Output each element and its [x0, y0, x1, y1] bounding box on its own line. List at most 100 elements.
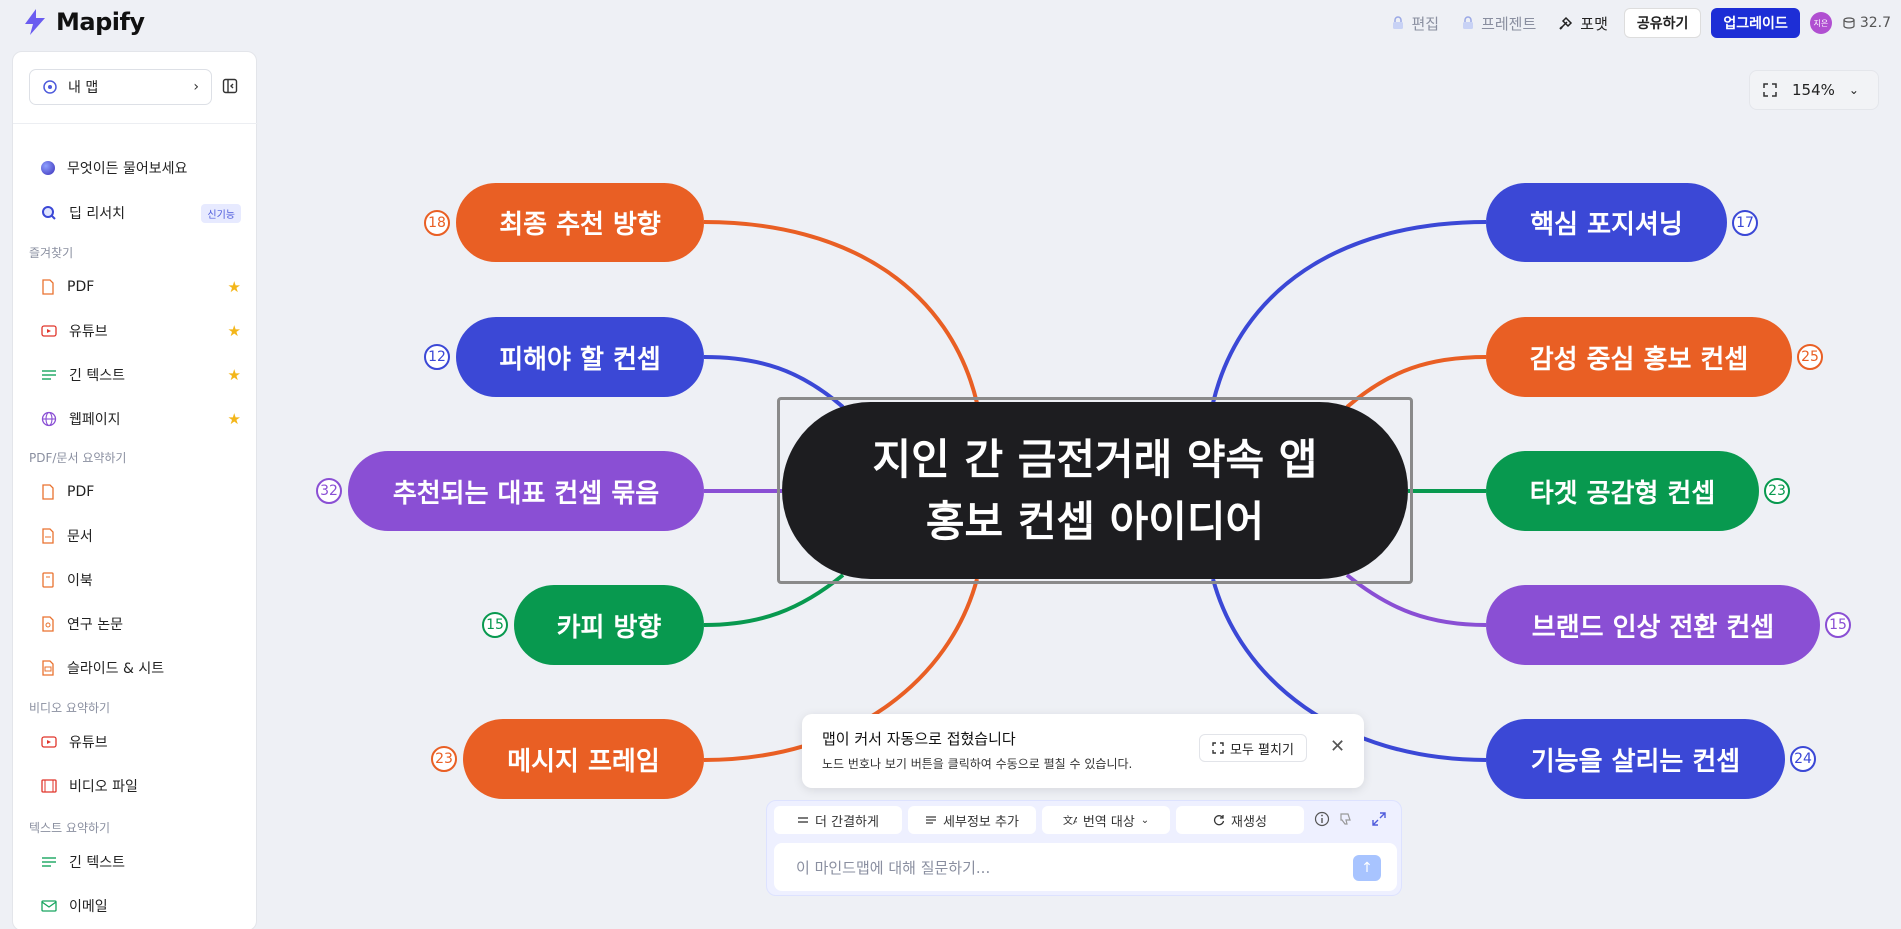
long-text-label: 긴 텍스트: [69, 855, 125, 871]
branch-node[interactable]: 기능을 살리는 컨셉: [1486, 719, 1785, 799]
video-file-label: 비디오 파일: [69, 779, 138, 795]
child-count-badge[interactable]: 24: [1790, 746, 1816, 772]
child-count-badge[interactable]: 25: [1797, 344, 1823, 370]
close-icon[interactable]: ✕: [1330, 736, 1345, 757]
expand-all-label: 모두 펼치기: [1230, 742, 1294, 758]
youtube-label: 유튜브: [69, 735, 108, 751]
branch-node[interactable]: 타겟 공감형 컨셉: [1486, 451, 1759, 531]
sidebar-item-video-file[interactable]: 비디오 파일: [41, 774, 241, 798]
document-label: 문서: [67, 529, 93, 545]
favorite-webpage-label: 웹페이지: [69, 412, 121, 428]
research-paper-label: 연구 논문: [67, 617, 123, 633]
upgrade-button[interactable]: 업그레이드: [1711, 8, 1800, 38]
format-button[interactable]: 포맷: [1552, 13, 1614, 34]
zoom-control: 154% ⌄: [1749, 70, 1879, 110]
email-label: 이메일: [69, 899, 108, 915]
youtube-icon: [41, 736, 57, 748]
translate-button[interactable]: 文A 번역 대상 ⌄: [1042, 806, 1170, 834]
sidebar-item-slides[interactable]: 슬라이드 & 시트: [41, 656, 241, 680]
favorite-item-webpage[interactable]: 웹페이지 ★: [41, 407, 241, 431]
send-button[interactable]: ↑: [1353, 855, 1381, 881]
chat-input-placeholder: 이 마인드맵에 대해 질문하기...: [796, 858, 991, 877]
my-map-label: 내 맵: [68, 80, 99, 96]
branch-node[interactable]: 메시지 프레임: [463, 719, 704, 799]
star-icon[interactable]: ★: [228, 278, 241, 296]
search-icon: [42, 206, 56, 220]
branch-node[interactable]: 추천되는 대표 컨셉 묶음: [348, 451, 704, 531]
sidebar-item-ebook[interactable]: 이북: [41, 568, 241, 592]
credits-value: 32.7: [1859, 15, 1891, 31]
child-count-badge[interactable]: 15: [482, 612, 508, 638]
branch-node[interactable]: 최종 추천 방향: [456, 183, 704, 262]
edit-label: 편집: [1411, 14, 1440, 33]
child-count-badge[interactable]: 23: [431, 746, 457, 772]
sidebar-item-youtube[interactable]: 유튜브: [41, 730, 241, 754]
add-details-label: 세부정보 추가: [943, 814, 1019, 830]
branch-node[interactable]: 카피 방향: [514, 585, 704, 665]
star-icon[interactable]: ★: [228, 322, 241, 340]
zoom-level[interactable]: 154%: [1792, 81, 1835, 99]
favorite-item-pdf[interactable]: PDF ★: [41, 275, 241, 299]
sidebar-divider: [13, 123, 258, 124]
my-map-button[interactable]: 내 맵 ›: [29, 69, 212, 105]
sidebar-item-document[interactable]: 문서: [41, 524, 241, 548]
avatar[interactable]: 지은: [1809, 12, 1832, 34]
sidebar-item-email[interactable]: 이메일: [41, 894, 241, 918]
favorite-youtube-label: 유튜브: [69, 324, 108, 340]
lock-icon: [1463, 16, 1474, 29]
child-count-badge[interactable]: 23: [1764, 478, 1790, 504]
edit-button[interactable]: 편집: [1385, 13, 1445, 34]
chat-panel: 더 간결하게 세부정보 추가 文A 번역 대상 ⌄ 재생성 이 마인드맵에 대해…: [766, 800, 1402, 896]
favorite-item-youtube[interactable]: 유튜브 ★: [41, 319, 241, 343]
center-node[interactable]: 지인 간 금전거래 약속 앱 홍보 컨셉 아이디어: [782, 402, 1408, 579]
lines-icon: [798, 817, 809, 823]
lines-icon: [926, 816, 937, 824]
info-icon[interactable]: [1314, 811, 1330, 831]
branch-node[interactable]: 피해야 할 컨셉: [456, 317, 704, 397]
ebook-label: 이북: [67, 573, 93, 589]
collapse-sidebar-icon[interactable]: [222, 78, 238, 98]
branch-node[interactable]: 감성 중심 홍보 컨셉: [1486, 317, 1792, 397]
child-count-badge[interactable]: 15: [1825, 612, 1851, 638]
fit-screen-icon[interactable]: [1762, 82, 1778, 98]
pdf-icon: [42, 279, 54, 295]
thumbs-down-icon[interactable]: [1338, 811, 1354, 831]
favorite-item-long-text[interactable]: 긴 텍스트 ★: [41, 363, 241, 387]
format-label: 포맷: [1580, 14, 1608, 33]
sidebar-item-long-text[interactable]: 긴 텍스트: [41, 850, 241, 874]
chevron-down-icon[interactable]: ⌄: [1849, 83, 1859, 97]
star-icon[interactable]: ★: [228, 410, 241, 428]
sidebar-item-research-paper[interactable]: 연구 논문: [41, 612, 241, 636]
refresh-icon: [1213, 815, 1225, 826]
slides-icon: [42, 660, 54, 676]
app-name: Mapify: [56, 8, 145, 36]
arrow-up-icon: ↑: [1361, 860, 1373, 876]
svg-text:文A: 文A: [1063, 814, 1077, 826]
expand-all-button[interactable]: 모두 펼치기: [1199, 734, 1307, 762]
present-label: 프레젠트: [1481, 14, 1537, 33]
child-count-badge[interactable]: 32: [316, 478, 342, 504]
concise-label: 더 간결하게: [815, 814, 879, 830]
child-count-badge[interactable]: 18: [424, 210, 450, 236]
child-count-badge[interactable]: 12: [424, 344, 450, 370]
sidebar-item-pdf[interactable]: PDF: [41, 480, 241, 504]
sidebar-item-deep-research[interactable]: 딥 리서치 신기능: [41, 201, 241, 225]
lock-icon: [1393, 16, 1404, 29]
present-button[interactable]: 프레젠트: [1455, 13, 1542, 34]
concise-button[interactable]: 더 간결하게: [774, 806, 902, 834]
branch-node[interactable]: 브랜드 인상 전환 컨셉: [1486, 585, 1820, 665]
share-button[interactable]: 공유하기: [1623, 8, 1702, 38]
sidebar-item-ask[interactable]: 무엇이든 물어보세요: [41, 156, 241, 180]
pdf-section-header: PDF/문서 요약하기: [29, 451, 127, 465]
branch-node[interactable]: 핵심 포지셔닝: [1486, 183, 1727, 262]
star-icon[interactable]: ★: [228, 366, 241, 384]
regenerate-button[interactable]: 재생성: [1176, 806, 1304, 834]
add-details-button[interactable]: 세부정보 추가: [908, 806, 1036, 834]
child-count-badge[interactable]: 17: [1732, 210, 1758, 236]
logo[interactable]: Mapify: [20, 7, 145, 37]
video-section-header: 비디오 요약하기: [29, 701, 111, 715]
expand-panel-icon[interactable]: [1371, 811, 1387, 831]
chat-input[interactable]: 이 마인드맵에 대해 질문하기... ↑: [774, 843, 1397, 891]
favorites-header: 즐겨찾기: [29, 246, 74, 260]
credits-display[interactable]: 32.7: [1842, 15, 1891, 31]
